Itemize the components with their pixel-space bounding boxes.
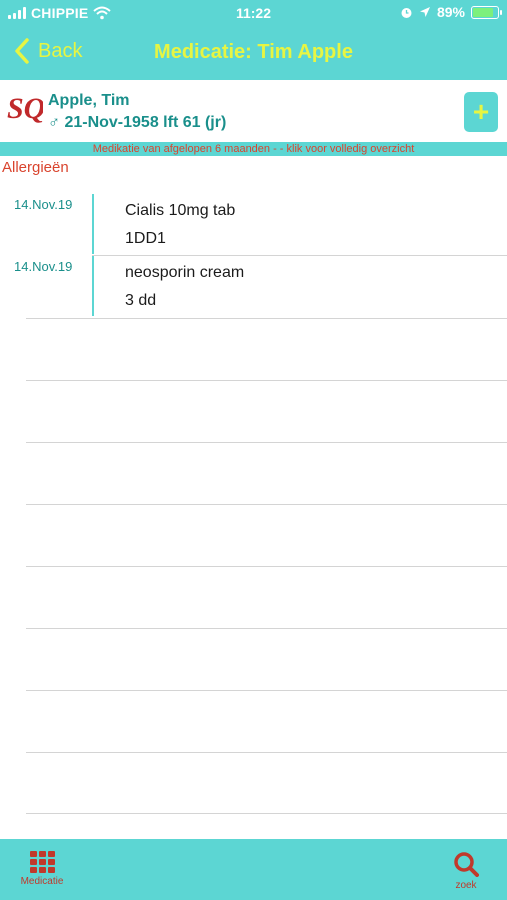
medication-name: Cialis 10mg tab [125,202,236,219]
search-icon [454,852,479,877]
app-logo: SQ [7,92,43,125]
battery-level [473,7,494,17]
nav-bar: Back Medicatie: Tim Apple [0,28,507,80]
list-separator [26,318,507,319]
location-icon [419,7,430,17]
list-separator [26,690,507,691]
patient-header: SQ Apple, Tim ♂ 21-Nov-1958 lft 61 (jr) … [0,80,507,142]
patient-name: Apple, Tim [48,92,130,109]
tab-medicatie[interactable]: Medicatie [12,851,72,887]
grid-icon [29,851,55,873]
medication-row[interactable]: 14.Nov.19 Cialis 10mg tab 1DD1 [0,194,507,256]
status-right: 89% [400,4,502,20]
list-separator [26,442,507,443]
patient-birth-info: ♂ 21-Nov-1958 lft 61 (jr) [48,114,227,131]
list-separator [26,566,507,567]
row-divider [92,194,94,254]
row-divider [92,256,94,316]
logo-text: SQ [7,92,43,125]
tab-zoek[interactable]: zoek [436,851,496,891]
battery-percent: 89% [436,4,465,20]
list-separator [26,752,507,753]
tab-bar: Medicatie zoek [0,839,507,900]
alarm-icon [401,7,412,18]
battery-icon [471,5,502,19]
medication-date: 14.Nov.19 [14,259,73,274]
tab-label: Medicatie [20,876,64,887]
list-separator [26,628,507,629]
status-bar: CHIPPIE 11:22 89% [0,0,507,28]
page-title: Medicatie: Tim Apple [154,41,353,63]
allergies-link[interactable]: Allergieën [2,159,69,176]
list-separator [26,504,507,505]
history-overview-link[interactable]: Medikatie van afgelopen 6 maanden - - kl… [0,142,507,156]
tab-label: zoek [455,880,477,891]
list-separator [26,813,507,814]
medication-name: neosporin cream [125,264,245,281]
medication-dose: 1DD1 [125,230,166,247]
medication-dose: 3 dd [125,292,157,309]
list-separator [26,380,507,381]
medication-row[interactable]: 14.Nov.19 neosporin cream 3 dd [0,256,507,318]
add-medication-button[interactable]: + [464,92,498,132]
medication-date: 14.Nov.19 [14,197,73,212]
